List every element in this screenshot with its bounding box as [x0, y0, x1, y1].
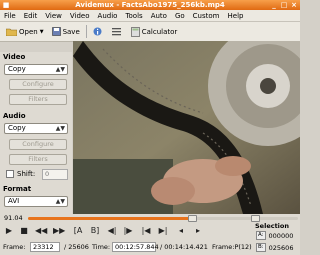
- marker-b-button[interactable]: B:: [256, 243, 266, 252]
- chevron-down-icon[interactable]: ▼: [40, 29, 44, 35]
- save-icon: [51, 27, 61, 36]
- selection-a-value: 000000: [268, 231, 294, 240]
- selection-label: Selection: [255, 222, 290, 230]
- audio-section-label: Audio: [3, 112, 26, 120]
- audio-codec-value: Copy: [8, 124, 26, 132]
- video-codec-value: Copy: [8, 65, 26, 73]
- set-marker-a-icon[interactable]: [A: [72, 225, 84, 237]
- shift-checkbox[interactable]: Shift:: [6, 170, 35, 178]
- next-keyframe-icon[interactable]: |▶: [122, 225, 134, 237]
- video-codec-select[interactable]: Copy ▲▼: [4, 64, 68, 75]
- seek-bar[interactable]: [28, 215, 298, 222]
- close-icon[interactable]: ×: [290, 1, 298, 9]
- prev-keyframe-icon[interactable]: ◀|: [106, 225, 118, 237]
- menu-tools[interactable]: Tools: [121, 12, 146, 20]
- format-value: AVI: [8, 197, 20, 205]
- frame-type: Frame:P(12): [212, 243, 252, 251]
- selection-b-value: 025606: [268, 243, 294, 252]
- selection-b-row: B: 025606: [256, 243, 293, 252]
- save-label: Save: [62, 27, 80, 36]
- audio-filters-button[interactable]: Filters: [9, 154, 67, 165]
- video-filters-button[interactable]: Filters: [9, 94, 67, 105]
- time-input[interactable]: 00:12:57.844: [112, 242, 159, 252]
- set-marker-b-icon[interactable]: B]: [89, 225, 101, 237]
- video-preview: [73, 41, 300, 214]
- status-bar: Frame: 23312 / 25606 Time: 00:12:57.844 …: [0, 240, 300, 255]
- audio-codec-select[interactable]: Copy ▲▼: [4, 123, 68, 134]
- chevron-down-icon: ▲▼: [55, 66, 65, 73]
- format-section-label: Format: [3, 185, 32, 193]
- toolbar: Open ▼ Save Calculator: [0, 22, 300, 42]
- shift-spinbox[interactable]: 0: [42, 169, 68, 180]
- menu-help[interactable]: Help: [224, 12, 248, 20]
- menu-video[interactable]: Video: [66, 12, 94, 20]
- video-section-label: Video: [3, 53, 26, 61]
- open-label: Open: [19, 27, 38, 36]
- video-frame-image: [73, 41, 300, 214]
- frame-input[interactable]: 23312: [30, 242, 60, 252]
- prev-black-icon[interactable]: ◂: [175, 225, 187, 237]
- stop-icon[interactable]: ■: [18, 225, 30, 237]
- marker-b-handle[interactable]: [250, 215, 260, 222]
- duration-value: / 00:14:14.421: [160, 243, 208, 251]
- play-icon[interactable]: ▶: [3, 225, 15, 237]
- playlist-button[interactable]: [110, 24, 125, 39]
- maximize-icon[interactable]: □: [280, 1, 288, 9]
- seek-row: 91.04: [0, 214, 300, 222]
- save-button[interactable]: Save: [50, 24, 82, 39]
- menu-bar: File Edit View Video Audio Tools Auto Go…: [0, 10, 300, 22]
- window-title: Avidemux - FactsAbo1975_256kb.mp4: [75, 1, 225, 9]
- transport-controls: ▶ ■ ◀◀ ▶▶ [A B] ◀| |▶ |◀ ▶| ◂ ▸ Selectio…: [0, 222, 300, 240]
- next-black-icon[interactable]: ▸: [192, 225, 204, 237]
- goto-start-icon[interactable]: |◀: [140, 225, 152, 237]
- audio-configure-button[interactable]: Configure: [9, 139, 67, 150]
- menu-edit[interactable]: Edit: [20, 12, 42, 20]
- seek-progress: [28, 217, 192, 220]
- chevron-down-icon: ▲▼: [55, 125, 65, 132]
- title-bar: ■ Avidemux - FactsAbo1975_256kb.mp4 _ □ …: [0, 0, 300, 10]
- seek-handle[interactable]: [187, 215, 197, 222]
- forward-icon[interactable]: ▶▶: [53, 225, 65, 237]
- frame-total: / 25606: [64, 243, 89, 251]
- toolbar-separator: [85, 25, 87, 38]
- folder-icon: [6, 28, 17, 36]
- selection-a-row: A: 000000: [256, 231, 293, 240]
- marker-a-button[interactable]: A:: [256, 231, 266, 240]
- menu-audio[interactable]: Audio: [94, 12, 122, 20]
- position-label: 91.04: [4, 214, 23, 222]
- checkbox-box[interactable]: [6, 170, 14, 178]
- menu-custom[interactable]: Custom: [189, 12, 224, 20]
- chevron-down-icon: ▲▼: [55, 198, 65, 205]
- info-button[interactable]: [91, 24, 106, 39]
- menu-auto[interactable]: Auto: [147, 12, 171, 20]
- goto-end-icon[interactable]: ▶|: [157, 225, 169, 237]
- frame-label: Frame:: [3, 243, 26, 251]
- shift-label: Shift:: [17, 170, 36, 178]
- list-icon: [111, 28, 121, 36]
- rewind-icon[interactable]: ◀◀: [35, 225, 47, 237]
- menu-view[interactable]: View: [41, 12, 66, 20]
- time-label: Time:: [92, 243, 111, 251]
- menu-file[interactable]: File: [0, 12, 20, 20]
- video-configure-button[interactable]: Configure: [9, 79, 67, 90]
- calculator-button[interactable]: Calculator: [129, 24, 180, 39]
- calculator-label: Calculator: [141, 27, 178, 36]
- open-button[interactable]: Open ▼: [4, 24, 46, 39]
- info-icon: [93, 27, 102, 36]
- app-icon[interactable]: ■: [2, 1, 10, 9]
- format-select[interactable]: AVI ▲▼: [4, 196, 68, 207]
- minimize-icon[interactable]: _: [270, 1, 278, 9]
- menu-go[interactable]: Go: [171, 12, 189, 20]
- calculator-icon: [130, 26, 140, 37]
- shift-value: 0: [45, 170, 50, 178]
